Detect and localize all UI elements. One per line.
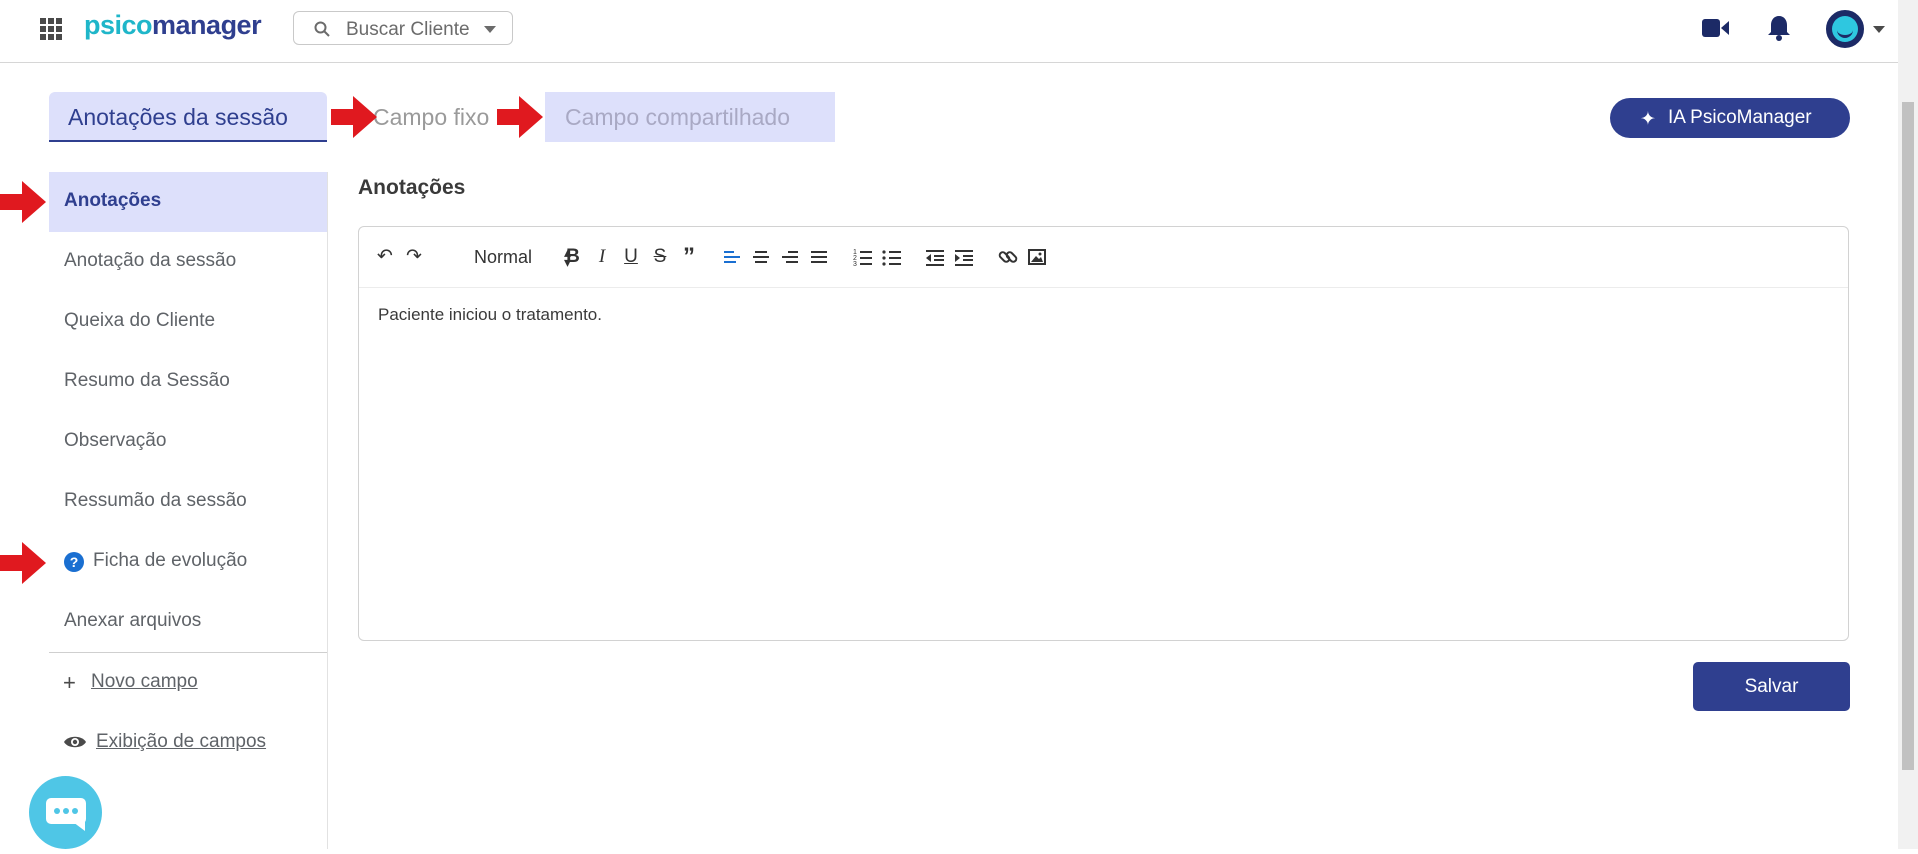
sidebar-divider	[49, 652, 327, 653]
annotation-arrow-icon	[331, 96, 377, 138]
search-icon	[314, 21, 330, 37]
sidebar-item-ressumao-da-sessao[interactable]: Ressumão da sessão	[49, 472, 327, 532]
ai-psicomanager-button[interactable]: ✦ IA PsicoManager	[1610, 98, 1850, 138]
undo-icon[interactable]: ↶	[373, 245, 397, 269]
link-icon[interactable]	[996, 245, 1020, 269]
outdent-icon[interactable]	[923, 245, 947, 269]
align-right-icon[interactable]	[778, 245, 802, 269]
annotation-arrow-icon	[0, 181, 46, 223]
chat-icon	[46, 798, 86, 831]
rich-text-editor[interactable]: ↶ ↷ Normal ▴ ▾ B I U S ” 123 Paciente in…	[358, 226, 1849, 641]
chat-support-button[interactable]	[29, 776, 102, 849]
chevron-down-icon[interactable]	[1873, 26, 1885, 33]
save-button[interactable]: Salvar	[1693, 662, 1850, 711]
scrollbar[interactable]	[1898, 0, 1918, 849]
client-search[interactable]: Buscar Cliente	[293, 11, 513, 45]
scrollbar-thumb[interactable]	[1902, 102, 1914, 770]
svg-text:3: 3	[853, 261, 857, 268]
bold-icon[interactable]: B	[561, 245, 585, 269]
annotation-arrow-icon	[497, 96, 543, 138]
sidebar-item-observacao[interactable]: Observação	[49, 412, 327, 472]
chevron-down-icon	[484, 26, 496, 33]
editor-content[interactable]: Paciente iniciou o tratamento.	[378, 305, 602, 325]
eye-icon	[64, 736, 86, 748]
align-justify-icon[interactable]	[807, 245, 831, 269]
underline-icon[interactable]: U	[619, 245, 643, 269]
section-title: Anotações	[358, 176, 466, 199]
align-left-icon[interactable]	[720, 245, 744, 269]
indent-icon[interactable]	[952, 245, 976, 269]
sidebar-item-queixa-do-cliente[interactable]: Queixa do Cliente	[49, 292, 327, 352]
sidebar-item-anotacoes[interactable]: Anotações	[49, 172, 327, 232]
bell-icon[interactable]	[1767, 14, 1791, 42]
bullet-list-icon[interactable]	[880, 245, 904, 269]
strikethrough-icon[interactable]: S	[648, 245, 672, 269]
apps-grid-icon[interactable]	[40, 18, 62, 40]
sidebar-item-anotacao-da-sessao[interactable]: Anotação da sessão	[49, 232, 327, 292]
sidebar-item-anexar-arquivos[interactable]: Anexar arquivos	[49, 592, 327, 652]
new-field-link[interactable]: + Novo campo	[49, 658, 327, 708]
sidebar-border	[327, 172, 328, 849]
sparkle-icon: ✦	[1640, 109, 1656, 130]
logo[interactable]: psicomanager	[84, 10, 262, 41]
search-placeholder: Buscar Cliente	[346, 19, 470, 40]
video-camera-icon[interactable]	[1702, 17, 1730, 39]
quote-icon[interactable]: ”	[677, 245, 701, 269]
tab-session-notes[interactable]: Anotações da sessão	[49, 92, 327, 142]
redo-icon[interactable]: ↷	[402, 245, 426, 269]
avatar[interactable]	[1826, 10, 1864, 48]
image-icon[interactable]	[1025, 245, 1049, 269]
italic-icon[interactable]: I	[590, 245, 614, 269]
align-center-icon[interactable]	[749, 245, 773, 269]
plus-icon: +	[63, 670, 76, 695]
tab-shared-field[interactable]: Campo compartilhado	[545, 92, 835, 142]
editor-toolbar: ↶ ↷ Normal ▴ ▾ B I U S ” 123	[359, 227, 1848, 288]
annotation-arrow-icon	[0, 542, 46, 584]
sidebar-item-ficha-de-evolucao[interactable]: ? Ficha de evolução	[49, 532, 327, 592]
ordered-list-icon[interactable]: 123	[851, 245, 875, 269]
help-icon[interactable]: ?	[64, 552, 84, 572]
sidebar-item-resumo-da-sessao[interactable]: Resumo da Sessão	[49, 352, 327, 412]
tab-fixed-field[interactable]: Campo fixo	[373, 104, 489, 131]
show-fields-link[interactable]: Exibição de campos	[49, 718, 327, 768]
top-bar: psicomanager Buscar Cliente	[0, 0, 1898, 63]
